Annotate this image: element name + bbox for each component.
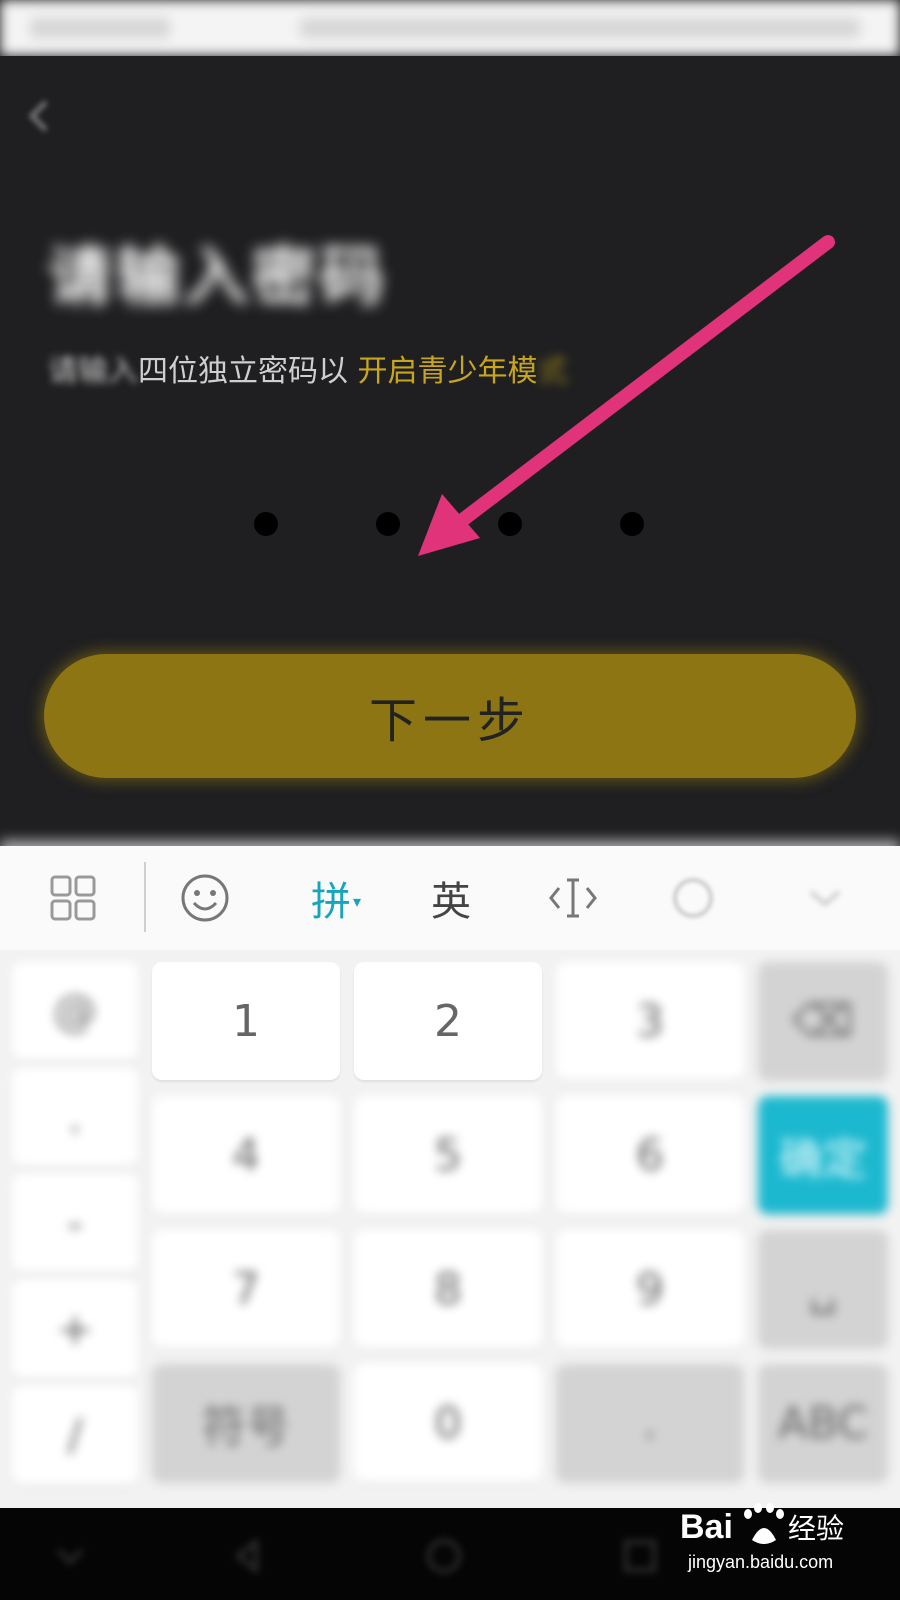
password-dots[interactable] <box>0 506 900 546</box>
side-key-3[interactable]: - <box>12 1174 138 1272</box>
baidu-paw-logo-icon: Bai 经验 <box>680 1503 844 1546</box>
key-7[interactable]: 7 <box>152 1230 340 1348</box>
nav-chevron-icon[interactable] <box>50 1536 90 1576</box>
baidu-jingyan-watermark: Bai 经验 jingyan.baidu.com <box>680 1498 860 1578</box>
dot-key[interactable]: . <box>556 1364 744 1482</box>
password-screen: 请输入密码 请输入四位独立密码以 开启青少年模式 下一步 <box>0 56 900 846</box>
pinyin-mode-button[interactable]: 拼 ▾ <box>296 866 376 930</box>
status-left-info <box>30 18 170 38</box>
key-2[interactable]: 2 <box>354 962 542 1080</box>
pinyin-label: 拼 <box>310 879 351 925</box>
chevron-down-icon[interactable] <box>790 866 860 930</box>
subtitle-accent-tail: 式 <box>537 354 568 389</box>
side-key-2[interactable]: . <box>12 1068 138 1166</box>
circle-icon[interactable] <box>658 866 728 930</box>
page-subtitle: 请输入四位独立密码以 开启青少年模式 <box>48 346 848 396</box>
key-9[interactable]: 9 <box>556 1230 744 1348</box>
page-title: 请输入密码 <box>48 241 388 315</box>
subtitle-blurred: 请输入 <box>48 354 138 389</box>
nav-recents-icon[interactable] <box>620 1536 660 1576</box>
password-dot-4 <box>620 512 644 536</box>
delete-key[interactable]: ⌫ <box>758 962 888 1080</box>
password-dot-3 <box>498 512 522 536</box>
english-mode-button[interactable]: 英 <box>416 866 486 930</box>
abc-key[interactable]: ABC <box>758 1364 888 1482</box>
symbol-key[interactable]: 符号 <box>152 1364 340 1482</box>
toolbar-divider <box>144 862 146 932</box>
side-key-5[interactable]: / <box>12 1386 138 1484</box>
key-1[interactable]: 1 <box>152 962 340 1080</box>
space-key[interactable]: ␣ <box>758 1230 888 1348</box>
watermark-url: jingyan.baidu.com <box>688 1552 834 1572</box>
key-0[interactable]: 0 <box>354 1364 542 1482</box>
side-key-1[interactable]: @ <box>12 962 138 1060</box>
cursor-move-icon[interactable] <box>538 866 608 930</box>
subtitle-text: 四位独立密码以 <box>138 354 348 389</box>
key-6[interactable]: 6 <box>556 1096 744 1214</box>
keyboard: 拼 ▾ 英 @ . - + / 1 2 3 ⌫ 4 5 6 确定 7 8 9 ␣… <box>0 846 900 1508</box>
svg-text:Bai: Bai <box>680 1508 733 1546</box>
nav-home-icon[interactable] <box>424 1536 464 1576</box>
subtitle-accent: 开启青少年模 <box>357 354 538 389</box>
key-3[interactable]: 3 <box>556 962 744 1080</box>
smiley-icon[interactable] <box>170 866 240 930</box>
nav-back-icon[interactable] <box>228 1536 268 1576</box>
status-right-icons <box>300 18 860 38</box>
status-bar <box>0 0 900 56</box>
keyboard-toolbar: 拼 ▾ 英 <box>0 846 900 950</box>
key-5[interactable]: 5 <box>354 1096 542 1214</box>
enter-key[interactable]: 确定 <box>758 1096 888 1214</box>
key-8[interactable]: 8 <box>354 1230 542 1348</box>
password-dot-2 <box>376 512 400 536</box>
caret-down-icon: ▾ <box>352 891 362 911</box>
back-arrow-icon[interactable] <box>24 96 54 136</box>
english-label: 英 <box>431 879 471 925</box>
grid-icon[interactable] <box>38 866 108 930</box>
side-key-4[interactable]: + <box>12 1280 138 1378</box>
password-dot-1 <box>254 512 278 536</box>
key-4[interactable]: 4 <box>152 1096 340 1214</box>
svg-text:经验: 经验 <box>788 1512 844 1545</box>
next-step-button[interactable]: 下一步 <box>44 654 856 778</box>
